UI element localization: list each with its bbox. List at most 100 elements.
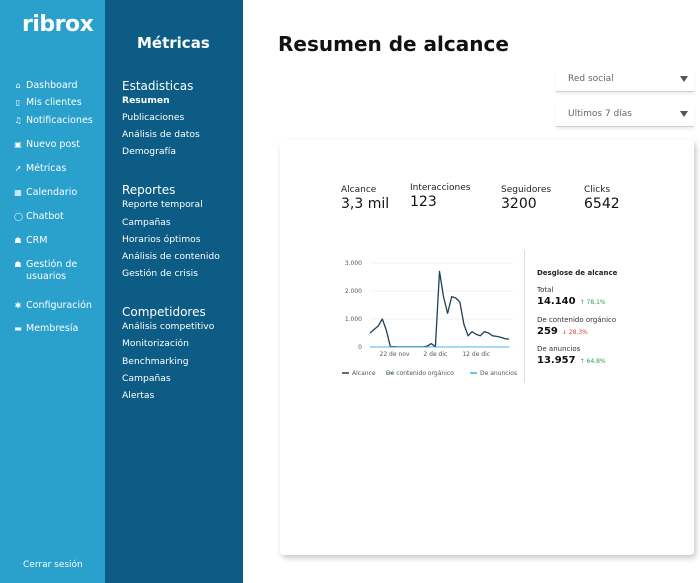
series-line-1 [369,270,509,348]
legend-label: Alcance [352,370,376,377]
breakdown-delta-down: ↓ 28,3% [561,329,588,336]
nav-item-calendario[interactable]: ▦ Calendario [14,187,77,199]
user-group-icon: ☗ [14,260,22,269]
home-icon: ⌂ [15,81,21,90]
y-tick-label: 3.000 [345,260,362,267]
nav-item-label: Membresía [26,323,79,334]
breakdown-label-total: Total [537,286,554,294]
breakdown-value-organico: 259 ↓ 28,3% [537,326,588,337]
kpi-label: Seguidores [501,185,552,195]
breakdown-value-anuncios: 13.957 ↑ 64,8% [537,355,606,366]
reach-breakdown: Desglose de alcance Total 14.140 ↑ 78,1% … [524,250,624,383]
subnav-item-reporte-temporal[interactable]: Reporte temporal [122,199,203,210]
section-heading-competidores: Competidores [122,305,206,319]
subnav-item-monitorizacion[interactable]: Monitorización [122,338,189,349]
page-title: Resumen de alcance [278,32,509,56]
calendar-icon: ▦ [14,188,22,197]
breakdown-label-anuncios: De anuncios [537,345,581,353]
period-select[interactable]: Ultimos 7 días [556,105,694,127]
card-icon: ▬ [14,324,22,333]
nav-item-label: Chatbot [26,211,64,222]
nav-item-dashboard[interactable]: ⌂ Dashboard [14,80,78,92]
subnav-item-campanas[interactable]: Campañas [122,217,171,228]
kpi-value: 3,3 mil [341,196,390,212]
social-network-select[interactable]: Red social [556,70,694,92]
nav-item-label: Configuración [26,300,92,311]
legend-label: De anuncios [480,370,517,377]
breakdown-title: Desglose de alcance [537,269,618,277]
reach-line-chart: 0 1.000 2.000 3.000 22 de nov 2 de dic 12 de d… [342,260,517,377]
chevron-down-icon [680,111,688,117]
subnav-item-campanas-competidores[interactable]: Campañas [122,373,171,384]
nav-item-crm[interactable]: ☗ CRM [14,235,47,247]
kpi-value: 123 [410,194,437,210]
breakdown-number: 14.140 [537,296,576,307]
logout-link[interactable]: Cerrar sesión [23,560,83,570]
subnav-item-gestion-crisis[interactable]: Gestión de crisis [122,268,198,279]
phone-icon: ▯ [15,98,21,107]
nav-item-label: Notificaciones [26,115,93,126]
breakdown-number: 13.957 [537,355,576,366]
kpi-value: 6542 [584,196,620,212]
kpi-interacciones: Interacciones 123 [410,183,470,210]
kpi-label: Interacciones [410,183,471,193]
gear-icon: ✱ [14,301,22,310]
ribrox-logo[interactable]: ribrox [22,12,94,37]
image-icon: ▣ [14,140,22,149]
nav-item-label: CRM [26,235,48,246]
chevron-down-icon [680,76,688,82]
subnav-item-analisis-datos[interactable]: Análisis de datos [122,129,200,140]
nav-item-gestion-usuarios[interactable]: ☗ Gestión de usuarios [14,259,77,283]
metrics-subnav: Métricas Estadisticas Resumen Publicacio… [105,0,243,583]
kpi-alcance: Alcance 3,3 mil [341,185,389,212]
kpi-clicks: Clicks 6542 [584,185,620,212]
kpi-label: Alcance [341,185,377,195]
breakdown-label-organico: De contenido orgánico [537,316,617,324]
subnav-item-benchmarking[interactable]: Benchmarking [122,356,189,367]
x-tick-label: 12 de dic [462,351,490,358]
bell-icon: ♫ [14,116,22,125]
nav-item-label: Calendario [26,187,78,198]
nav-item-label: Gestión de usuarios [26,259,77,283]
subnav-item-demografia[interactable]: Demografía [122,146,176,157]
y-tick-label: 1.000 [345,316,362,323]
subnav-item-alertas[interactable]: Alertas [122,390,154,401]
section-heading-reportes: Reportes [122,183,176,197]
chart-icon: ↗ [14,164,22,173]
nav-item-chatbot[interactable]: ◯ Chatbot [14,211,64,223]
nav-item-label-line: usuarios [26,271,67,282]
breakdown-delta-up: ↑ 64,8% [579,358,606,365]
subnav-item-analisis-competitivo[interactable]: Análisis competitivo [122,321,214,332]
nav-item-label: Mis clientes [26,97,82,108]
nav-item-label: Métricas [26,163,67,174]
nav-item-membresia[interactable]: ▬ Membresía [14,323,78,335]
main-sidebar: ribrox ⌂ Dashboard ▯ Mis clientes ♫ Noti… [0,0,105,583]
y-tick-label: 2.000 [345,288,362,295]
nav-item-metricas[interactable]: ↗ Métricas [14,163,67,175]
breakdown-delta-up: ↑ 78,1% [579,299,606,306]
nav-item-nuevo-post[interactable]: ▣ Nuevo post [14,139,80,151]
section-heading-estadisticas: Estadisticas [122,79,194,93]
period-select-value: Ultimos 7 días [568,109,632,119]
nav-item-notificaciones[interactable]: ♫ Notificaciones [14,115,93,127]
nav-item-label: Nuevo post [26,139,80,150]
breakdown-value-total: 14.140 ↑ 78,1% [537,296,606,307]
subnav-item-analisis-contenido[interactable]: Análisis de contenido [122,251,220,262]
nav-item-mis-clientes[interactable]: ▯ Mis clientes [14,97,82,109]
x-tick-label: 22 de nov [380,351,410,358]
subnav-item-publicaciones[interactable]: Publicaciones [122,112,184,123]
chat-icon: ◯ [14,212,23,221]
subnav-item-horarios-optimos[interactable]: Horarios óptimos [122,234,201,245]
social-network-select-placeholder: Red social [568,74,614,84]
breakdown-number: 259 [537,326,558,337]
kpi-value: 3200 [501,196,537,212]
kpi-label: Clicks [584,185,611,195]
nav-item-label: Dashboard [26,80,78,91]
legend-label: De contenido orgánico [386,370,454,377]
subnav-item-resumen[interactable]: Resumen [122,95,170,106]
nav-item-configuracion[interactable]: ✱ Configuración [14,300,92,312]
users-icon: ☗ [14,236,22,245]
x-tick-label: 2 de dic [423,351,447,358]
panel-title: Métricas [137,34,210,52]
y-tick-label: 0 [358,344,362,351]
